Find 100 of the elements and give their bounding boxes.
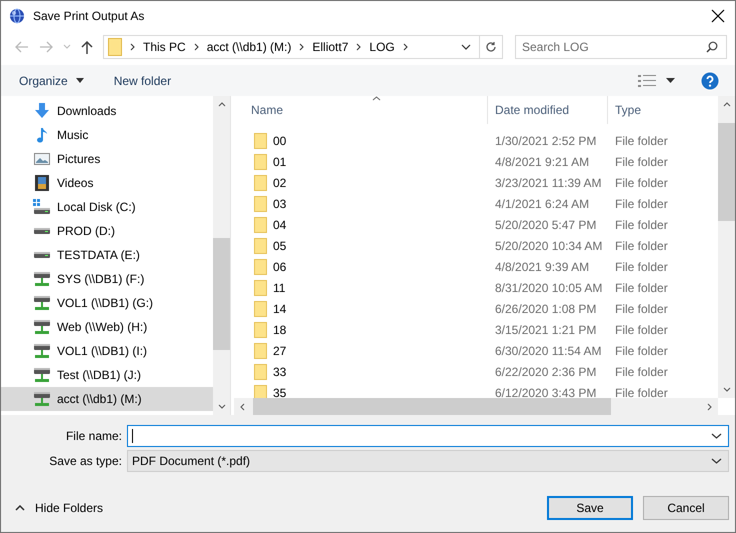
file-name[interactable]: 33 <box>273 364 286 378</box>
table-cell-text: File folder <box>614 238 669 252</box>
breadcrumb[interactable]: This PC <box>143 40 186 54</box>
folder-icon <box>254 300 267 316</box>
address-bar[interactable]: This PC acct (\\db1) (M:) Elliott7 LOG <box>103 35 503 59</box>
file-name[interactable]: 35 <box>273 386 286 398</box>
chevron-icon <box>356 43 362 51</box>
folder-icon <box>254 238 267 254</box>
sidebar-item[interactable]: acct (\\db1) (M:) <box>1 387 213 411</box>
table-cell-text: File folder <box>614 280 669 294</box>
sidebar-item[interactable]: VOL1 (\\DB1) (I:) <box>1 339 213 363</box>
cancel-button[interactable]: Cancel <box>643 496 729 520</box>
drive-icon <box>33 199 51 215</box>
scroll-up-icon[interactable] <box>722 102 730 107</box>
scroll-left-icon[interactable] <box>240 402 245 410</box>
column-header[interactable]: Name <box>234 96 487 124</box>
chevron-icon <box>402 43 408 51</box>
file-name[interactable]: 18 <box>273 322 286 336</box>
field-label: File name: <box>64 429 123 443</box>
sidebar-item[interactable]: PROD (D:) <box>1 219 213 243</box>
file-name[interactable]: 06 <box>273 260 286 274</box>
caret-icon[interactable] <box>666 78 675 83</box>
sort-caret-icon <box>372 96 381 101</box>
table-cell-text: File folder <box>614 134 669 148</box>
folder-icon <box>254 154 267 170</box>
file-name[interactable]: 02 <box>273 176 286 190</box>
sidebar-item[interactable]: Pictures <box>1 147 213 171</box>
field-label: Save as type: <box>48 454 123 468</box>
network-drive-icon <box>33 319 51 335</box>
folder-icon <box>254 364 267 380</box>
table-cell-text: 3/15/2021 1:21 PM <box>494 322 598 336</box>
new-folder-button[interactable]: New folder <box>104 70 182 92</box>
save-button[interactable]: Save <box>547 496 633 520</box>
film-icon <box>33 175 51 191</box>
breadcrumb[interactable]: Elliott7 <box>312 40 348 54</box>
picture-icon <box>33 152 51 166</box>
folder-icon <box>254 216 267 232</box>
organize-button[interactable]: Organize <box>9 70 94 92</box>
scroll-right-icon[interactable] <box>707 402 712 410</box>
sidebar-item[interactable]: Downloads <box>1 99 213 123</box>
file-name[interactable]: 27 <box>273 344 286 358</box>
hide-folders-button[interactable]: Hide Folders <box>11 497 108 519</box>
file-name-field[interactable] <box>127 425 729 447</box>
scroll-thumb[interactable] <box>213 238 230 350</box>
table-cell-text: File folder <box>614 386 669 398</box>
search-icon <box>706 41 718 53</box>
sidebar-item[interactable]: VOL1 (\\DB1) (G:) <box>1 291 213 315</box>
view-list-icon[interactable] <box>638 74 656 86</box>
sidebar-item[interactable]: Local Disk (C:) <box>1 195 213 219</box>
scroll-thumb[interactable] <box>253 398 611 415</box>
dropdown-icon <box>711 458 722 464</box>
table-cell-text: File folder <box>614 364 669 378</box>
scroll-down-icon[interactable] <box>722 387 730 392</box>
scroll-down-icon[interactable] <box>218 404 226 409</box>
sidebar-item[interactable]: Web (\\Web) (H:) <box>1 315 213 339</box>
search-field[interactable]: Search LOG <box>515 35 727 59</box>
folder-icon <box>254 280 267 296</box>
scroll-up-icon[interactable] <box>218 102 226 107</box>
file-name[interactable]: 00 <box>273 134 286 148</box>
sidebar-item[interactable]: SYS (\\DB1) (F:) <box>1 267 213 291</box>
breadcrumb[interactable]: LOG <box>369 40 395 54</box>
folder-icon <box>254 174 267 190</box>
network-drive-icon <box>33 295 51 311</box>
table-cell-text: File folder <box>614 302 669 316</box>
sidebar-item[interactable]: Music <box>1 123 213 147</box>
file-name[interactable]: 01 <box>273 154 286 168</box>
table-cell-text: 6/12/2020 3:43 PM <box>494 386 598 398</box>
refresh-icon <box>485 41 497 53</box>
breadcrumb[interactable]: acct (\\db1) (M:) <box>206 40 292 54</box>
scrollbar[interactable] <box>213 96 230 415</box>
scroll-thumb[interactable] <box>718 123 735 221</box>
table-cell-text: File folder <box>614 344 669 358</box>
table-cell-text: 6/26/2020 1:08 PM <box>494 302 598 316</box>
folder-icon <box>254 258 267 274</box>
file-name[interactable]: 03 <box>273 196 286 210</box>
folder-icon <box>254 132 267 148</box>
folder-icon <box>254 196 267 212</box>
table-cell-text: File folder <box>614 218 669 232</box>
file-name[interactable]: 05 <box>273 238 286 252</box>
chevron-icon <box>130 43 135 51</box>
close-icon[interactable] <box>711 9 725 23</box>
file-name[interactable]: 11 <box>273 280 286 294</box>
help-icon[interactable] <box>701 72 719 90</box>
table-cell-text: File folder <box>614 176 669 190</box>
up-arrow-icon[interactable] <box>81 40 93 54</box>
file-type-dropdown[interactable]: PDF Document (*.pdf) <box>127 450 729 472</box>
sidebar-item[interactable]: Videos <box>1 171 213 195</box>
scrollbar[interactable] <box>718 96 735 398</box>
column-header[interactable]: Date modified <box>487 96 607 124</box>
table-cell-text: 6/22/2020 2:36 PM <box>494 364 598 378</box>
folder-icon <box>108 38 122 56</box>
sidebar-item[interactable]: Test (\\DB1) (J:) <box>1 363 213 387</box>
dropdown-icon[interactable] <box>461 44 471 50</box>
file-name[interactable]: 14 <box>273 302 286 316</box>
folder-icon <box>254 322 267 338</box>
sidebar-item[interactable]: TESTDATA (E:) <box>1 243 213 267</box>
scrollbar[interactable] <box>234 398 718 415</box>
network-drive-icon <box>33 343 51 359</box>
dropdown-icon <box>711 433 722 439</box>
file-name[interactable]: 04 <box>273 218 286 232</box>
